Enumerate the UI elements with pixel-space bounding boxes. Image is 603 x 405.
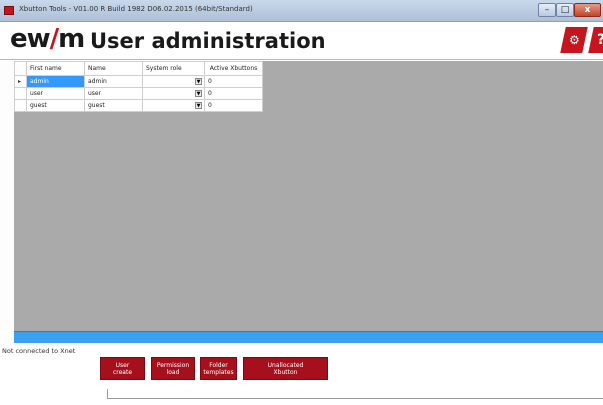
- logo-suffix: m: [58, 24, 85, 54]
- settings-button[interactable]: ⚙: [560, 27, 588, 53]
- column-header-first-name[interactable]: First name: [26, 61, 85, 76]
- page-title: User administration: [90, 29, 326, 53]
- logo-slash: /: [49, 24, 59, 54]
- system-role-dropdown[interactable]: ▼: [142, 99, 205, 112]
- help-button[interactable]: ?: [588, 27, 603, 53]
- title-bar: Xbutton Tools - V01.00 R Build 1982 D06.…: [0, 0, 603, 22]
- row-header-corner: [14, 61, 27, 76]
- table-header-row: First name Name System role Active Xbutt…: [14, 61, 263, 76]
- minimize-button[interactable]: –: [538, 3, 556, 17]
- dropdown-arrow-icon[interactable]: ▼: [195, 78, 202, 85]
- unallocated-xbutton-button[interactable]: Unallocated Xbutton: [243, 357, 328, 380]
- column-header-system-role[interactable]: System role: [142, 61, 205, 76]
- cell-active-xbuttons[interactable]: 0: [204, 87, 263, 100]
- cell-active-xbuttons[interactable]: 0: [204, 75, 263, 88]
- row-indicator[interactable]: ▸: [14, 75, 27, 88]
- table-row[interactable]: user user ▼ 0: [14, 87, 263, 100]
- window-title: Xbutton Tools - V01.00 R Build 1982 D06.…: [19, 5, 253, 13]
- table-row[interactable]: ▸ admin admin ▼ 0: [14, 75, 263, 88]
- dropdown-arrow-icon[interactable]: ▼: [195, 102, 202, 109]
- user-table[interactable]: First name Name System role Active Xbutt…: [14, 61, 263, 112]
- row-indicator[interactable]: [14, 99, 27, 112]
- folder-templates-button[interactable]: Folder templates: [200, 357, 237, 380]
- footer-divider: [107, 398, 603, 399]
- gears-icon: ⚙: [568, 33, 580, 47]
- column-header-name[interactable]: Name: [84, 61, 143, 76]
- system-role-dropdown[interactable]: ▼: [142, 75, 205, 88]
- workspace: First name Name System role Active Xbutt…: [0, 61, 603, 331]
- user-create-button[interactable]: User create: [100, 357, 145, 380]
- cell-first-name[interactable]: user: [26, 87, 85, 100]
- column-header-active-xbuttons[interactable]: Active Xbuttons: [204, 61, 263, 76]
- cell-first-name[interactable]: guest: [26, 99, 85, 112]
- cell-name[interactable]: user: [84, 87, 143, 100]
- row-indicator[interactable]: [14, 87, 27, 100]
- app-header: ew/m User administration ⚙ ?: [0, 22, 603, 60]
- logo-prefix: ew: [10, 24, 51, 54]
- cell-name[interactable]: admin: [84, 75, 143, 88]
- ewm-logo: ew/m: [10, 24, 85, 54]
- app-icon: [4, 6, 14, 15]
- cell-name[interactable]: guest: [84, 99, 143, 112]
- cell-first-name[interactable]: admin: [26, 75, 85, 88]
- dropdown-arrow-icon[interactable]: ▼: [195, 90, 202, 97]
- table-row[interactable]: guest guest ▼ 0: [14, 99, 263, 112]
- connection-status: Not connected to Xnet: [2, 347, 76, 355]
- maximize-button[interactable]: □: [556, 3, 574, 17]
- permission-load-button[interactable]: Permission load: [151, 357, 195, 380]
- system-role-dropdown[interactable]: ▼: [142, 87, 205, 100]
- progress-bar: [14, 331, 603, 343]
- close-button[interactable]: x: [574, 3, 601, 17]
- help-icon: ?: [596, 32, 603, 48]
- cell-active-xbuttons[interactable]: 0: [204, 99, 263, 112]
